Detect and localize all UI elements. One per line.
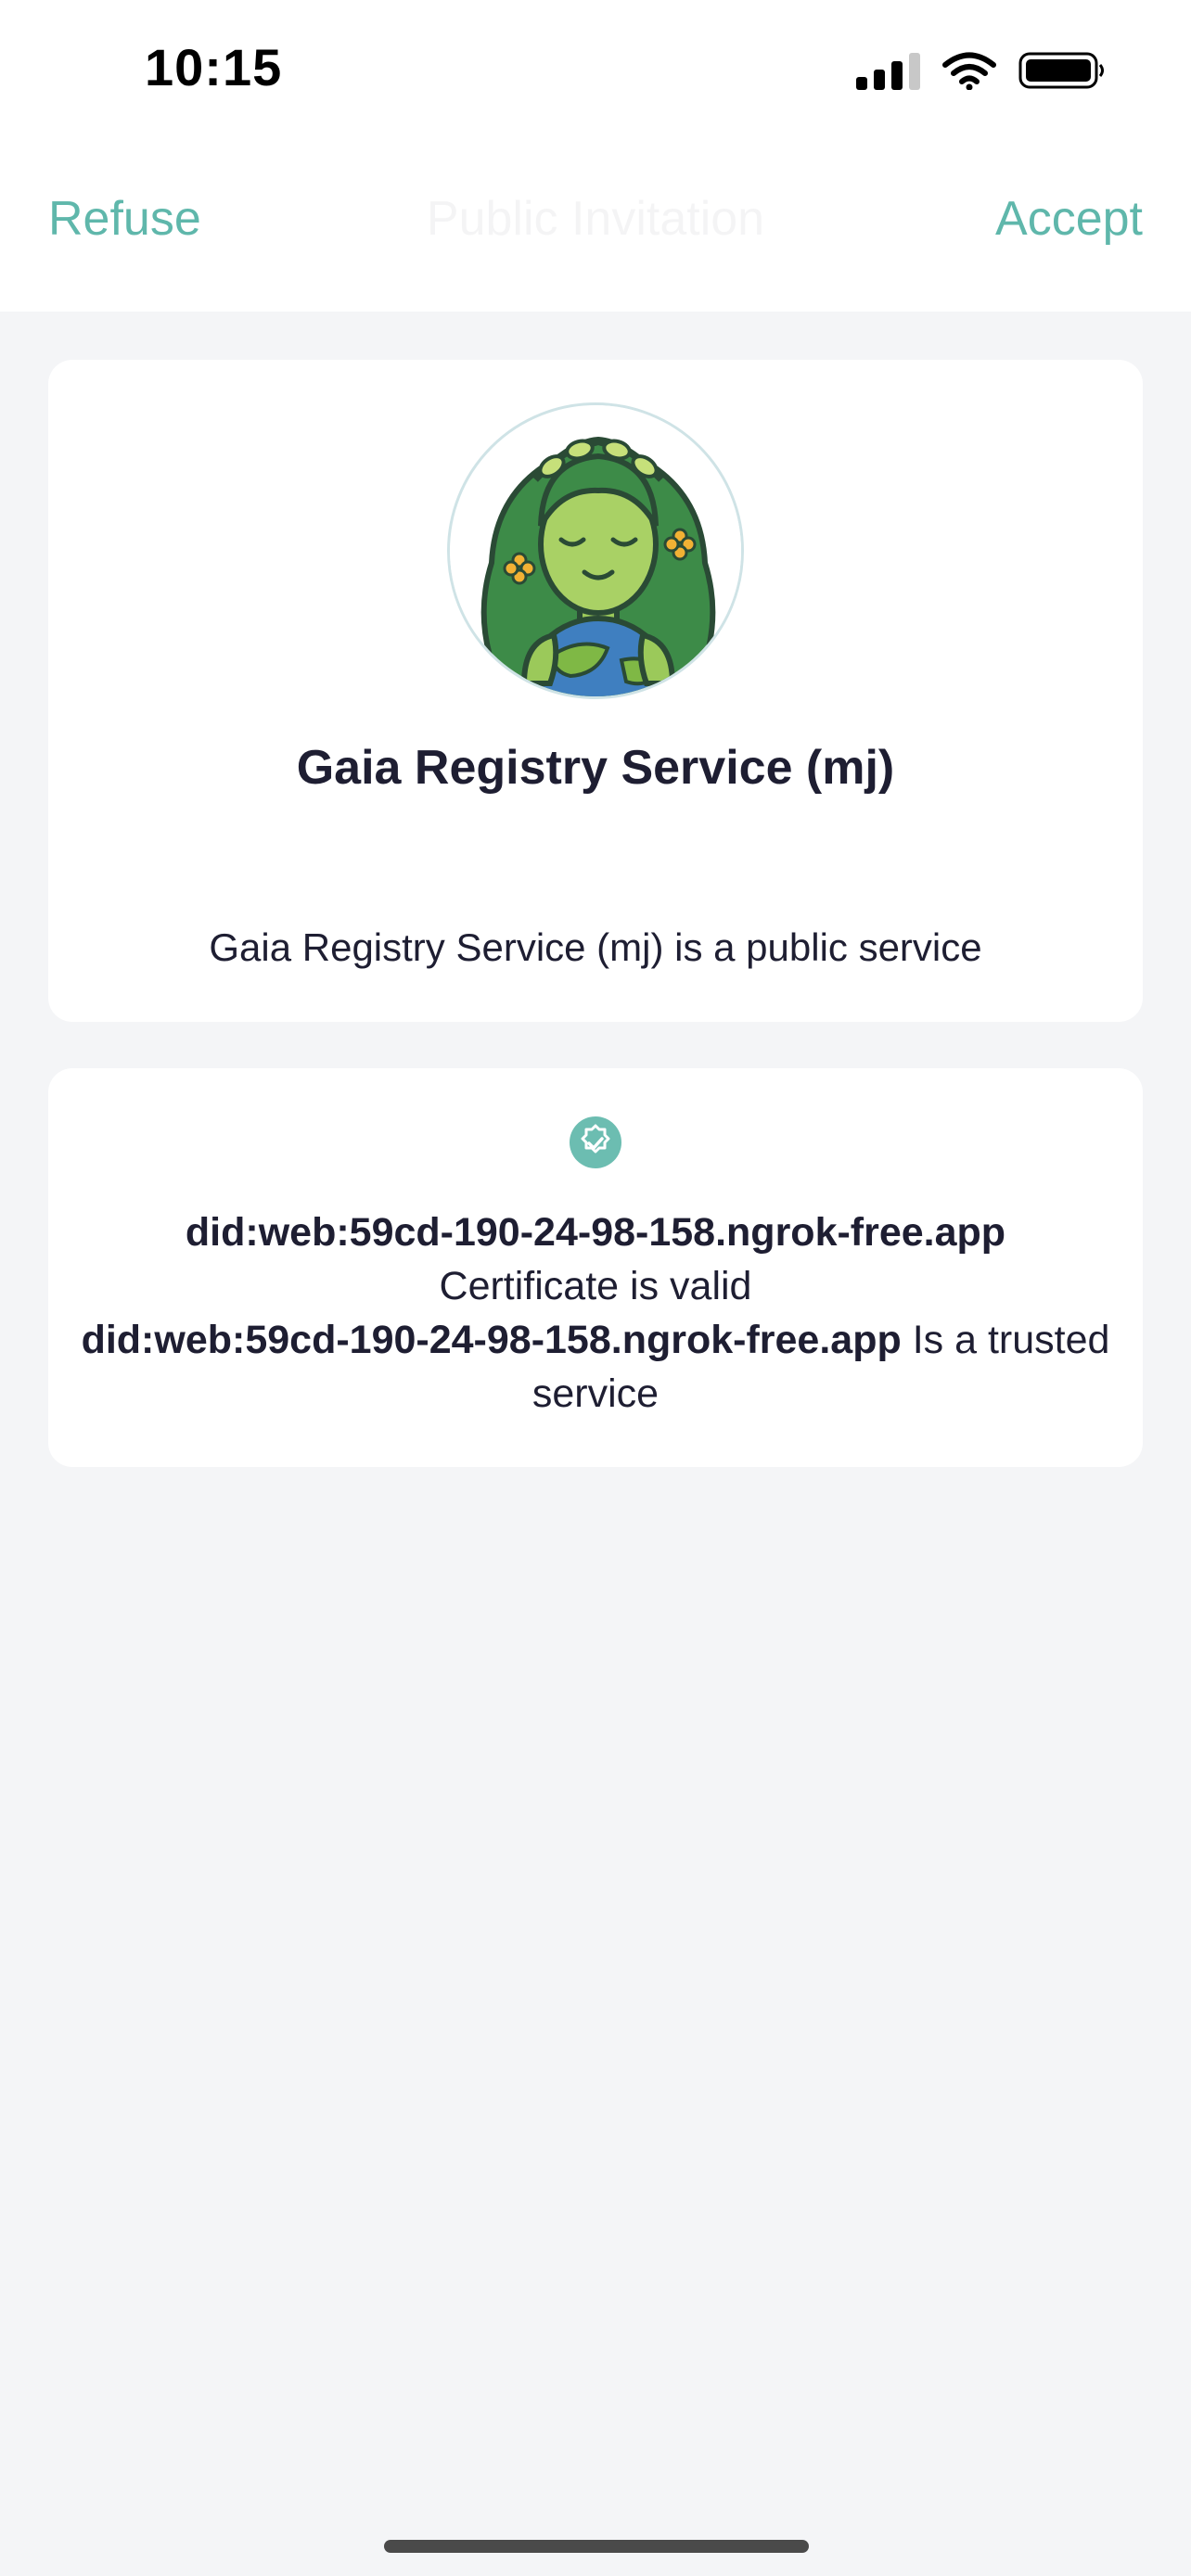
gaia-avatar: [447, 402, 744, 699]
service-card: Gaia Registry Service (mj) Gaia Registry…: [48, 360, 1143, 1022]
battery-icon: [1018, 52, 1104, 89]
home-indicator[interactable]: [384, 2540, 809, 2553]
signal-icon: [856, 51, 920, 90]
trusted-did: did:web:59cd-190-24-98-158.ngrok-free.ap…: [81, 1318, 902, 1362]
invitation-screen: 10:15 Refuse Public Invitation Acce: [0, 0, 1191, 2576]
certificate-card: did:web:59cd-190-24-98-158.ngrok-free.ap…: [48, 1068, 1143, 1467]
verified-badge-icon: [570, 1116, 621, 1168]
service-description: Gaia Registry Service (mj) is a public s…: [209, 925, 982, 969]
status-icons: [856, 48, 1106, 93]
certificate-details: did:web:59cd-190-24-98-158.ngrok-free.ap…: [76, 1205, 1115, 1421]
status-time: 10:15: [145, 38, 283, 96]
service-name: Gaia Registry Service (mj): [296, 741, 895, 795]
accept-button[interactable]: Accept: [995, 191, 1143, 247]
certificate-status: Certificate is valid: [439, 1264, 752, 1308]
certificate-did: did:web:59cd-190-24-98-158.ngrok-free.ap…: [185, 1210, 1006, 1255]
header: 10:15 Refuse Public Invitation Acce: [0, 0, 1191, 312]
wifi-icon: [942, 52, 996, 90]
